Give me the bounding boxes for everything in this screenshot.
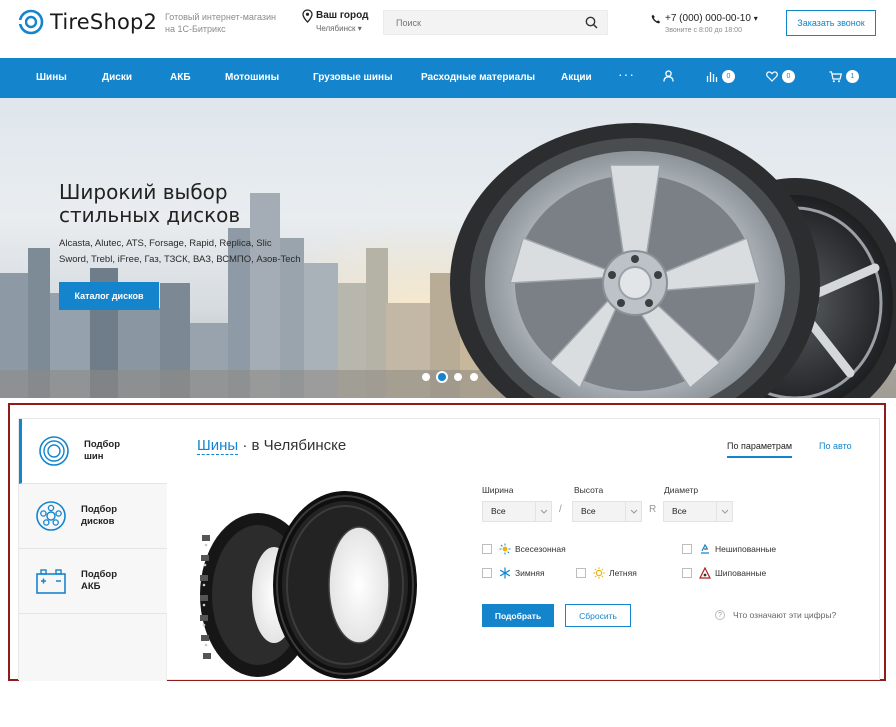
logo[interactable]: TireShop2 bbox=[18, 9, 157, 35]
slider-dots bbox=[422, 373, 486, 381]
picker-tab-wheels[interactable]: Подбор дисков bbox=[19, 484, 167, 549]
picker-tab-label: Подбор АКБ bbox=[81, 569, 118, 592]
picker-tab-tires[interactable]: Подбор шин bbox=[19, 419, 167, 484]
chevron-down-icon bbox=[716, 502, 732, 521]
slider-dot-3[interactable] bbox=[454, 373, 462, 381]
question-icon: ? bbox=[715, 610, 725, 620]
city-name: Челябинск ▾ bbox=[316, 24, 362, 33]
phone-hours: Звоните с 8:00 до 18:00 bbox=[665, 27, 742, 34]
width-select[interactable]: Все bbox=[482, 501, 552, 522]
tab-by-parameters[interactable]: По параметрам bbox=[727, 441, 793, 458]
size-separator-r: R bbox=[649, 504, 657, 515]
checkbox-nonstudded[interactable]: Нешипованные bbox=[682, 543, 776, 555]
tire-icon bbox=[39, 436, 69, 466]
checkbox-summer[interactable]: Летняя bbox=[576, 567, 637, 579]
cart-icon bbox=[829, 70, 842, 82]
account-button[interactable] bbox=[663, 70, 674, 82]
reset-button[interactable]: Сбросить bbox=[565, 604, 631, 627]
hero-brands: Alcasta, Alutec, ATS, Forsage, Rapid, Re… bbox=[59, 238, 301, 265]
phone-number[interactable]: +7 (000) 000-00-10 ▾ bbox=[665, 13, 758, 24]
search-box bbox=[383, 10, 608, 35]
picker-title-link[interactable]: Шины bbox=[197, 437, 239, 455]
location-pin-icon bbox=[302, 9, 313, 23]
size-separator-slash: / bbox=[559, 504, 562, 515]
checkbox-box[interactable] bbox=[576, 568, 586, 578]
nav-more-button[interactable]: ··· bbox=[618, 66, 635, 82]
hero-title: Широкий выбор стильных дисков bbox=[59, 180, 241, 227]
chevron-down-icon bbox=[535, 502, 551, 521]
help-link[interactable]: ? Что означают эти цифры? bbox=[715, 610, 836, 620]
logo-icon bbox=[18, 9, 44, 35]
user-icon bbox=[663, 70, 674, 82]
tagline: Готовый интернет-магазин на 1С-Битрикс bbox=[165, 12, 277, 34]
tab-by-car[interactable]: По авто bbox=[819, 441, 852, 451]
chevron-down-icon: ▾ bbox=[357, 24, 362, 33]
checkbox-studded[interactable]: Шипованные bbox=[682, 567, 766, 579]
checkbox-box[interactable] bbox=[682, 568, 692, 578]
height-select[interactable]: Все bbox=[572, 501, 642, 522]
silver-wheel bbox=[450, 123, 820, 398]
width-label: Ширина bbox=[482, 485, 514, 495]
picker-title: Шины · в Челябинске bbox=[197, 437, 347, 455]
slider-dot-2[interactable] bbox=[438, 373, 446, 381]
nav-item-moto-tires[interactable]: Мотошины bbox=[225, 72, 279, 83]
product-picker: Подбор шин Подбор дисков Подбор АКБ Шины… bbox=[18, 418, 880, 681]
callback-button[interactable]: Заказать звонок bbox=[786, 10, 876, 36]
chevron-down-icon bbox=[625, 502, 641, 521]
site-header: TireShop2 Готовый интернет-магазин на 1С… bbox=[0, 0, 896, 58]
sun-icon bbox=[593, 567, 605, 579]
nav-item-wheels[interactable]: Диски bbox=[102, 72, 132, 83]
nav-item-batteries[interactable]: АКБ bbox=[170, 72, 191, 83]
city-title: Ваш город bbox=[316, 10, 369, 21]
cart-button[interactable]: 1 bbox=[829, 70, 859, 83]
chevron-down-icon: ▾ bbox=[753, 14, 758, 23]
allseason-icon bbox=[499, 543, 511, 555]
cart-count-badge: 1 bbox=[846, 70, 859, 83]
nav-item-tires[interactable]: Шины bbox=[36, 72, 67, 83]
nav-item-consumables[interactable]: Расходные материалы bbox=[421, 72, 535, 83]
wheels-catalog-button[interactable]: Каталог дисков bbox=[59, 282, 159, 310]
slider-dot-4[interactable] bbox=[470, 373, 478, 381]
checkbox-box[interactable] bbox=[482, 544, 492, 554]
checkbox-box[interactable] bbox=[682, 544, 692, 554]
snowflake-icon bbox=[499, 567, 511, 579]
logo-text: TireShop2 bbox=[50, 10, 158, 34]
submit-button[interactable]: Подобрать bbox=[482, 604, 554, 627]
picker-tab-label: Подбор шин bbox=[84, 439, 121, 462]
picker-title-city: · в Челябинске bbox=[238, 437, 347, 454]
picker-tab-label: Подбор дисков bbox=[81, 504, 118, 527]
picker-tabs: Подбор шин Подбор дисков Подбор АКБ bbox=[19, 419, 167, 681]
studded-icon bbox=[699, 567, 711, 579]
compare-button[interactable]: 0 bbox=[706, 70, 735, 83]
wheel-icon bbox=[36, 501, 66, 531]
nav-item-truck-tires[interactable]: Грузовые шины bbox=[313, 72, 393, 83]
favorites-count-badge: 0 bbox=[782, 70, 795, 83]
main-nav: Шины Диски АКБ Мотошины Грузовые шины Ра… bbox=[0, 58, 896, 98]
slider-dot-1[interactable] bbox=[422, 373, 430, 381]
checkbox-box[interactable] bbox=[482, 568, 492, 578]
checkbox-winter[interactable]: Зимняя bbox=[482, 567, 545, 579]
phone-icon bbox=[651, 14, 661, 24]
battery-icon bbox=[36, 569, 66, 594]
heart-icon bbox=[766, 71, 778, 82]
favorites-button[interactable]: 0 bbox=[766, 70, 795, 83]
checkbox-allseason[interactable]: Всесезонная bbox=[482, 543, 566, 555]
height-label: Высота bbox=[574, 485, 604, 495]
diameter-label: Диаметр bbox=[664, 485, 699, 495]
picker-tab-batteries[interactable]: Подбор АКБ bbox=[19, 549, 167, 614]
search-input[interactable] bbox=[384, 11, 574, 34]
diameter-select[interactable]: Все bbox=[663, 501, 733, 522]
compare-count-badge: 0 bbox=[722, 70, 735, 83]
search-icon[interactable] bbox=[585, 16, 598, 29]
tires-image bbox=[200, 491, 417, 679]
compare-icon bbox=[706, 71, 718, 82]
hero-banner: Широкий выбор стильных дисков Alcasta, A… bbox=[0, 98, 896, 398]
nav-item-promotions[interactable]: Акции bbox=[561, 72, 592, 83]
nonstudded-icon bbox=[699, 543, 711, 555]
